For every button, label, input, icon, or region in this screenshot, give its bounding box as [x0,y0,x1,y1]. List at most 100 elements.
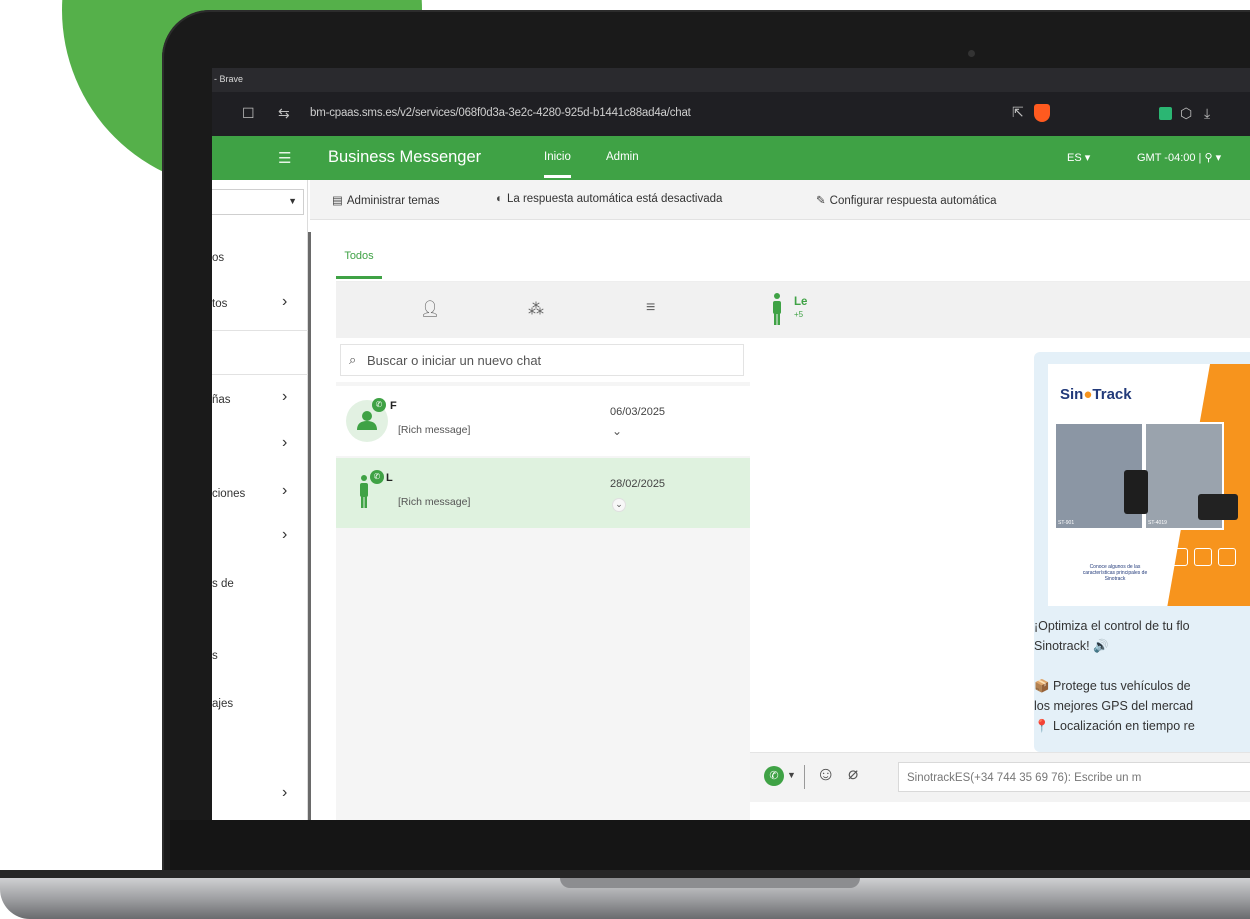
browser-address-bar: ☐ ⇆ bm-cpaas.sms.es/v2/services/068f0d3a… [212,92,1250,136]
left-sidebar: ▼ os tos › ñas › › ciones › › s de s aje… [212,180,308,820]
list-menu-icon[interactable]: ≡ [646,299,655,317]
sidebar-item[interactable]: tos [212,298,227,310]
chat-list-panel: 👤︎ ⁂ ≡ ⌕ ✆ F [Rich message] 06/0 [336,282,750,820]
search-input[interactable] [367,350,727,370]
toggle-icon: ◐ [496,193,503,205]
logo-accent-text: Track [1092,386,1132,403]
conversation-contact-number: +5 [794,310,804,319]
chevron-down-icon[interactable]: ▼ [787,770,796,780]
sidebar-item[interactable]: ciones [212,488,245,500]
chevron-down-icon[interactable]: ⌄ [612,498,626,512]
sidebar-item[interactable]: os [212,252,224,264]
brave-shield-icon[interactable] [1034,104,1050,122]
app-header: ☰ Business Messenger Inicio Admin ES ▾ G… [212,136,1250,180]
sidebar-item[interactable]: ñas [212,394,231,406]
feature-icon [1218,548,1236,566]
whatsapp-channel-icon[interactable]: ✆ [764,766,784,786]
chevron-down-icon[interactable]: ⌄ [612,424,622,438]
chevron-right-icon[interactable]: › [282,388,287,406]
nav-inicio[interactable]: Inicio [544,151,571,178]
chat-tabs: Todos [336,244,1250,282]
message-line: los mejores GPS del mercad [1034,699,1194,713]
chevron-right-icon[interactable]: › [282,293,287,311]
chevron-down-icon: ▼ [288,196,297,206]
message-input[interactable] [907,769,1247,787]
message-composer: ✆ ▼ ☺ ⌀ [750,752,1250,802]
chat-search[interactable]: ⌕ [340,344,744,376]
device-label: ST-4019 [1148,520,1167,526]
conversation-panel: Le +5 Sin●Track ST-901 ST-4019 Conoce al… [750,282,1250,820]
language-selector[interactable]: ES ▾ [1067,151,1090,164]
nav-admin[interactable]: Admin [606,151,639,163]
configure-auto-reply-button[interactable]: ✎ Configurar respuesta automática [816,193,996,207]
message-line: 📍 Localización en tiempo re [1034,719,1195,733]
manage-topics-button[interactable]: ▤ Administrar temas [332,193,440,207]
chevron-right-icon[interactable]: › [282,526,287,544]
message-line: Sinotrack! 🔊 [1034,639,1109,653]
message-line: ¡Optimiza el control de tu flo [1034,619,1190,633]
laptop-screen: - Brave ☐ ⇆ bm-cpaas.sms.es/v2/services/… [212,68,1250,820]
sidebar-item[interactable]: s de [212,578,234,590]
calendar-icon: ▤ [332,195,343,207]
auto-reply-toggle[interactable]: ◐ La respuesta automática está desactivad… [496,193,722,205]
chat-list-item[interactable]: ✆ F [Rich message] 06/03/2025 ⌄ [336,386,750,456]
laptop-hinge [0,870,1250,878]
group-icon[interactable]: ⁂ [528,299,544,319]
chat-list-header: 👤︎ ⁂ ≡ [336,282,750,338]
auto-reply-status-label: La respuesta automática está desactivada [506,193,723,205]
laptop-mockup: - Brave ☐ ⇆ bm-cpaas.sms.es/v2/services/… [0,0,1250,919]
extensions-puzzle-icon[interactable]: ⬡ [1180,105,1192,122]
promo-image: Sin●Track ST-901 ST-4019 Conoce algunos … [1048,364,1250,606]
sidebar-divider [212,374,308,375]
add-contact-icon[interactable]: 👤︎ [420,299,440,319]
chat-contact-name: L [386,472,393,484]
brand-title: Business Messenger [328,148,482,166]
feature-icon [1194,548,1212,566]
whatsapp-icon: ✆ [372,398,386,412]
pencil-icon: ✎ [816,195,826,207]
download-icon[interactable]: ⤓ [1204,105,1210,122]
chevron-right-icon[interactable]: › [282,434,287,452]
message-line [1034,656,1250,676]
device-label: ST-901 [1058,520,1075,526]
chevron-right-icon[interactable]: › [282,482,287,500]
composer-input-box[interactable] [898,762,1250,792]
chat-toolbar: ▤ Administrar temas ◐ La respuesta automát… [310,180,1250,220]
url-text[interactable]: bm-cpaas.sms.es/v2/services/068f0d3a-3e2… [310,107,691,119]
rich-message-bubble: Sin●Track ST-901 ST-4019 Conoce algunos … [1034,352,1250,752]
chat-date: 28/02/2025 [610,478,666,490]
menu-toggle-icon[interactable]: ☰ [278,149,291,167]
bookmark-icon[interactable]: ☐ [242,105,255,122]
tab-todos[interactable]: Todos [336,250,382,279]
promo-caption: Conoce algunos de las características pr… [1082,564,1148,582]
chat-preview: [Rich message] [398,496,471,508]
gps-device [1124,470,1148,514]
extension-icon[interactable] [1159,107,1172,120]
chevron-right-icon[interactable]: › [282,784,287,802]
sidebar-item[interactable]: ajes [212,698,233,710]
message-text: ¡Optimiza el control de tu flo Sinotrack… [1034,616,1250,736]
composer-separator [804,765,805,789]
timezone-user-menu[interactable]: GMT -04:00 | ⚲ ▾ [1137,151,1221,164]
webcam [968,50,975,57]
sidebar-item[interactable]: s [212,650,218,662]
emoji-icon[interactable]: ☺ [816,764,835,786]
share-icon[interactable]: ⇱ [1012,104,1024,121]
chat-preview: [Rich message] [398,424,471,436]
sidebar-divider [212,330,308,331]
contact-person-icon [773,293,781,325]
sinotrack-logo: Sin●Track [1060,386,1132,403]
chat-contact-name: F [390,400,397,412]
site-settings-icon[interactable]: ⇆ [278,105,290,122]
search-icon: ⌕ [349,352,357,367]
browser-title-bar: - Brave [212,68,1250,92]
gps-device [1198,494,1238,520]
window-title: - Brave [214,74,244,84]
attachment-icon[interactable]: ⌀ [848,764,858,784]
feature-icon [1170,548,1188,566]
service-selector[interactable]: ▼ [212,189,304,215]
laptop-notch [560,878,860,888]
chat-list-item-active[interactable]: ✆ L [Rich message] 28/02/2025 ⌄ [336,458,750,528]
chat-date: 06/03/2025 [610,406,666,418]
manage-topics-label: Administrar temas [346,195,440,207]
